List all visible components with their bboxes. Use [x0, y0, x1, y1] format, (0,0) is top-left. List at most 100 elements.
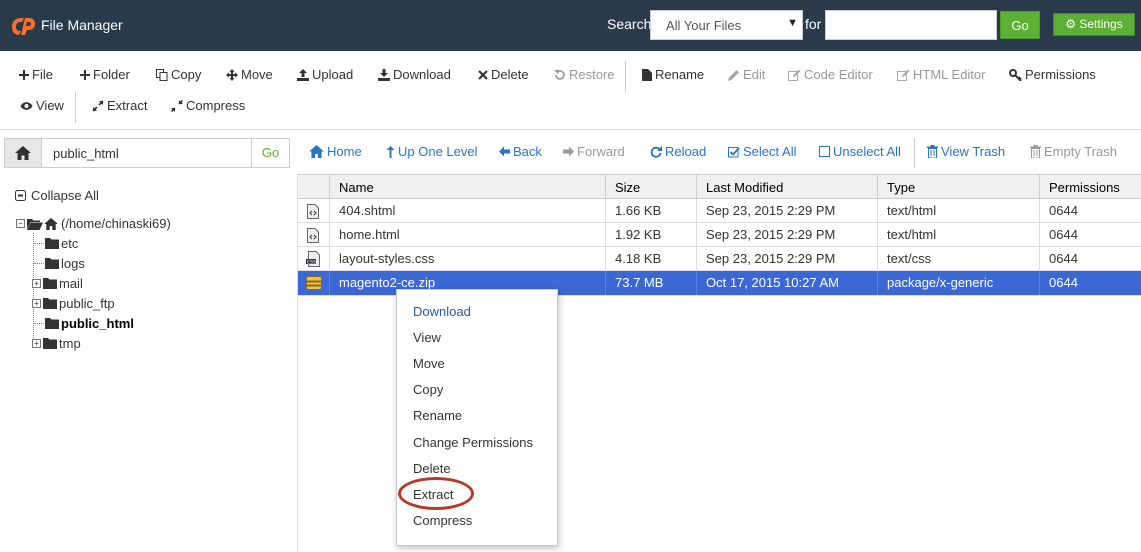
file-type: package/x-generic: [877, 271, 1039, 295]
tree-item-public-html[interactable]: public_html: [45, 316, 134, 331]
edit-button[interactable]: Edit: [728, 67, 765, 82]
compress-label: Compress: [186, 98, 246, 113]
tree-item-label: public_html: [61, 316, 134, 331]
file-type: text/css: [877, 247, 1039, 271]
tree-item-etc[interactable]: etc: [45, 236, 78, 251]
restore-button[interactable]: Restore: [554, 67, 615, 82]
context-move[interactable]: Move: [413, 356, 445, 371]
arrow-left-icon: [499, 146, 510, 157]
svg-text:CSS: CSS: [307, 259, 316, 265]
tree-expand-icon: +: [32, 339, 41, 348]
column-header-permissions[interactable]: Permissions: [1039, 175, 1141, 199]
search-input[interactable]: [825, 10, 997, 40]
context-rename[interactable]: Rename: [413, 408, 462, 423]
file-modified: Sep 23, 2015 2:29 PM: [696, 223, 877, 247]
view-trash-button[interactable]: View Trash: [927, 144, 1005, 159]
table-row[interactable]: CSS layout-styles.css 4.18 KB Sep 23, 20…: [298, 247, 1141, 271]
file-css-icon: CSS: [306, 251, 320, 267]
empty-trash-button[interactable]: Empty Trash: [1030, 144, 1117, 159]
tree-item-label: logs: [61, 256, 85, 271]
home-button[interactable]: [4, 138, 42, 168]
extract-button[interactable]: Extract: [92, 98, 147, 113]
upload-label: Upload: [312, 67, 354, 82]
toolbar: File Folder Copy Move Upload Download De…: [0, 51, 1141, 130]
tree-root[interactable]: − (/home/chinaski69): [16, 216, 171, 231]
search-go-button[interactable]: Go: [1000, 11, 1040, 39]
select-all-button[interactable]: Select All: [728, 144, 796, 159]
context-compress[interactable]: Compress: [413, 513, 472, 528]
collapse-all-button[interactable]: Collapse All: [15, 188, 99, 203]
settings-label: Settings: [1079, 17, 1123, 31]
pencil-icon: [728, 69, 739, 81]
code-editor-label: Code Editor: [804, 67, 873, 82]
forward-label: Forward: [577, 144, 625, 159]
tree-item-mail[interactable]: + mail: [32, 276, 83, 291]
tree-connector: [34, 243, 44, 244]
html-editor-button[interactable]: HTML Editor: [897, 67, 985, 82]
back-button[interactable]: Back: [499, 144, 542, 159]
search-scope-select[interactable]: All Your Files ▼: [650, 10, 803, 40]
reload-button[interactable]: Reload: [650, 144, 706, 159]
path-go-button[interactable]: Go: [251, 138, 290, 168]
table-header: Name Size Last Modified Type Permissions: [298, 174, 1141, 199]
tree-collapse-icon: −: [16, 219, 25, 228]
new-folder-label: Folder: [93, 67, 130, 82]
copy-button[interactable]: Copy: [156, 67, 201, 82]
tree-item-logs[interactable]: logs: [45, 256, 85, 271]
home-icon: [15, 146, 31, 160]
nav-divider: [914, 138, 915, 168]
view-button[interactable]: View: [20, 98, 64, 113]
compress-button[interactable]: Compress: [171, 98, 245, 113]
file-modified: Oct 17, 2015 10:27 AM: [696, 271, 877, 295]
upload-button[interactable]: Upload: [297, 67, 353, 82]
nav-home-button[interactable]: Home: [309, 144, 362, 159]
move-button[interactable]: Move: [226, 67, 273, 82]
checkbox-checked-icon: [728, 146, 740, 157]
code-editor-button[interactable]: Code Editor: [788, 67, 873, 82]
tree-item-label: tmp: [59, 336, 81, 351]
context-download[interactable]: Download: [413, 304, 471, 319]
column-header-name[interactable]: Name: [329, 175, 605, 199]
rename-button[interactable]: Rename: [642, 67, 704, 82]
file-name: home.html: [329, 223, 605, 247]
context-delete[interactable]: Delete: [413, 461, 451, 476]
copy-icon: [156, 68, 168, 81]
file-size: 1.66 KB: [605, 199, 696, 223]
column-header-size[interactable]: Size: [605, 175, 696, 199]
context-view[interactable]: View: [413, 330, 441, 345]
brand[interactable]: File Manager: [10, 14, 123, 36]
file-type: text/html: [877, 199, 1039, 223]
gear-icon: ⚙: [1065, 17, 1077, 31]
top-bar: File Manager Search All Your Files ▼ for…: [0, 0, 1141, 51]
settings-button[interactable]: ⚙ Settings: [1053, 13, 1135, 36]
forward-button[interactable]: Forward: [563, 144, 625, 159]
edit-box-icon: [897, 69, 910, 81]
context-copy[interactable]: Copy: [413, 382, 443, 397]
table-row[interactable]: 404.shtml 1.66 KB Sep 23, 2015 2:29 PM t…: [298, 199, 1141, 223]
folder-icon: [43, 338, 57, 349]
edit-label: Edit: [743, 67, 766, 82]
file-modified: Sep 23, 2015 2:29 PM: [696, 199, 877, 223]
column-header-modified[interactable]: Last Modified: [696, 175, 877, 199]
trash-icon: [927, 145, 938, 158]
context-change-permissions[interactable]: Change Permissions: [413, 435, 533, 450]
download-icon: [378, 68, 390, 81]
path-input[interactable]: public_html: [41, 138, 252, 168]
permissions-button[interactable]: Permissions: [1009, 67, 1096, 82]
column-header-type[interactable]: Type: [877, 175, 1039, 199]
caret-down-icon: ▼: [787, 17, 798, 29]
permissions-label: Permissions: [1025, 67, 1096, 82]
file-permissions: 0644: [1039, 271, 1141, 295]
tree-expand-icon: +: [32, 299, 41, 308]
copy-label: Copy: [171, 67, 202, 82]
new-folder-button[interactable]: Folder: [80, 67, 130, 82]
tree-item-public-ftp[interactable]: + public_ftp: [32, 296, 115, 311]
download-button[interactable]: Download: [378, 67, 451, 82]
tree-item-tmp[interactable]: + tmp: [32, 336, 81, 351]
new-file-button[interactable]: File: [19, 67, 53, 82]
table-row[interactable]: home.html 1.92 KB Sep 23, 2015 2:29 PM t…: [298, 223, 1141, 247]
delete-button[interactable]: Delete: [478, 67, 529, 82]
up-one-level-button[interactable]: Up One Level: [386, 144, 478, 159]
minus-square-icon: [15, 190, 26, 201]
unselect-all-button[interactable]: Unselect All: [819, 144, 901, 159]
